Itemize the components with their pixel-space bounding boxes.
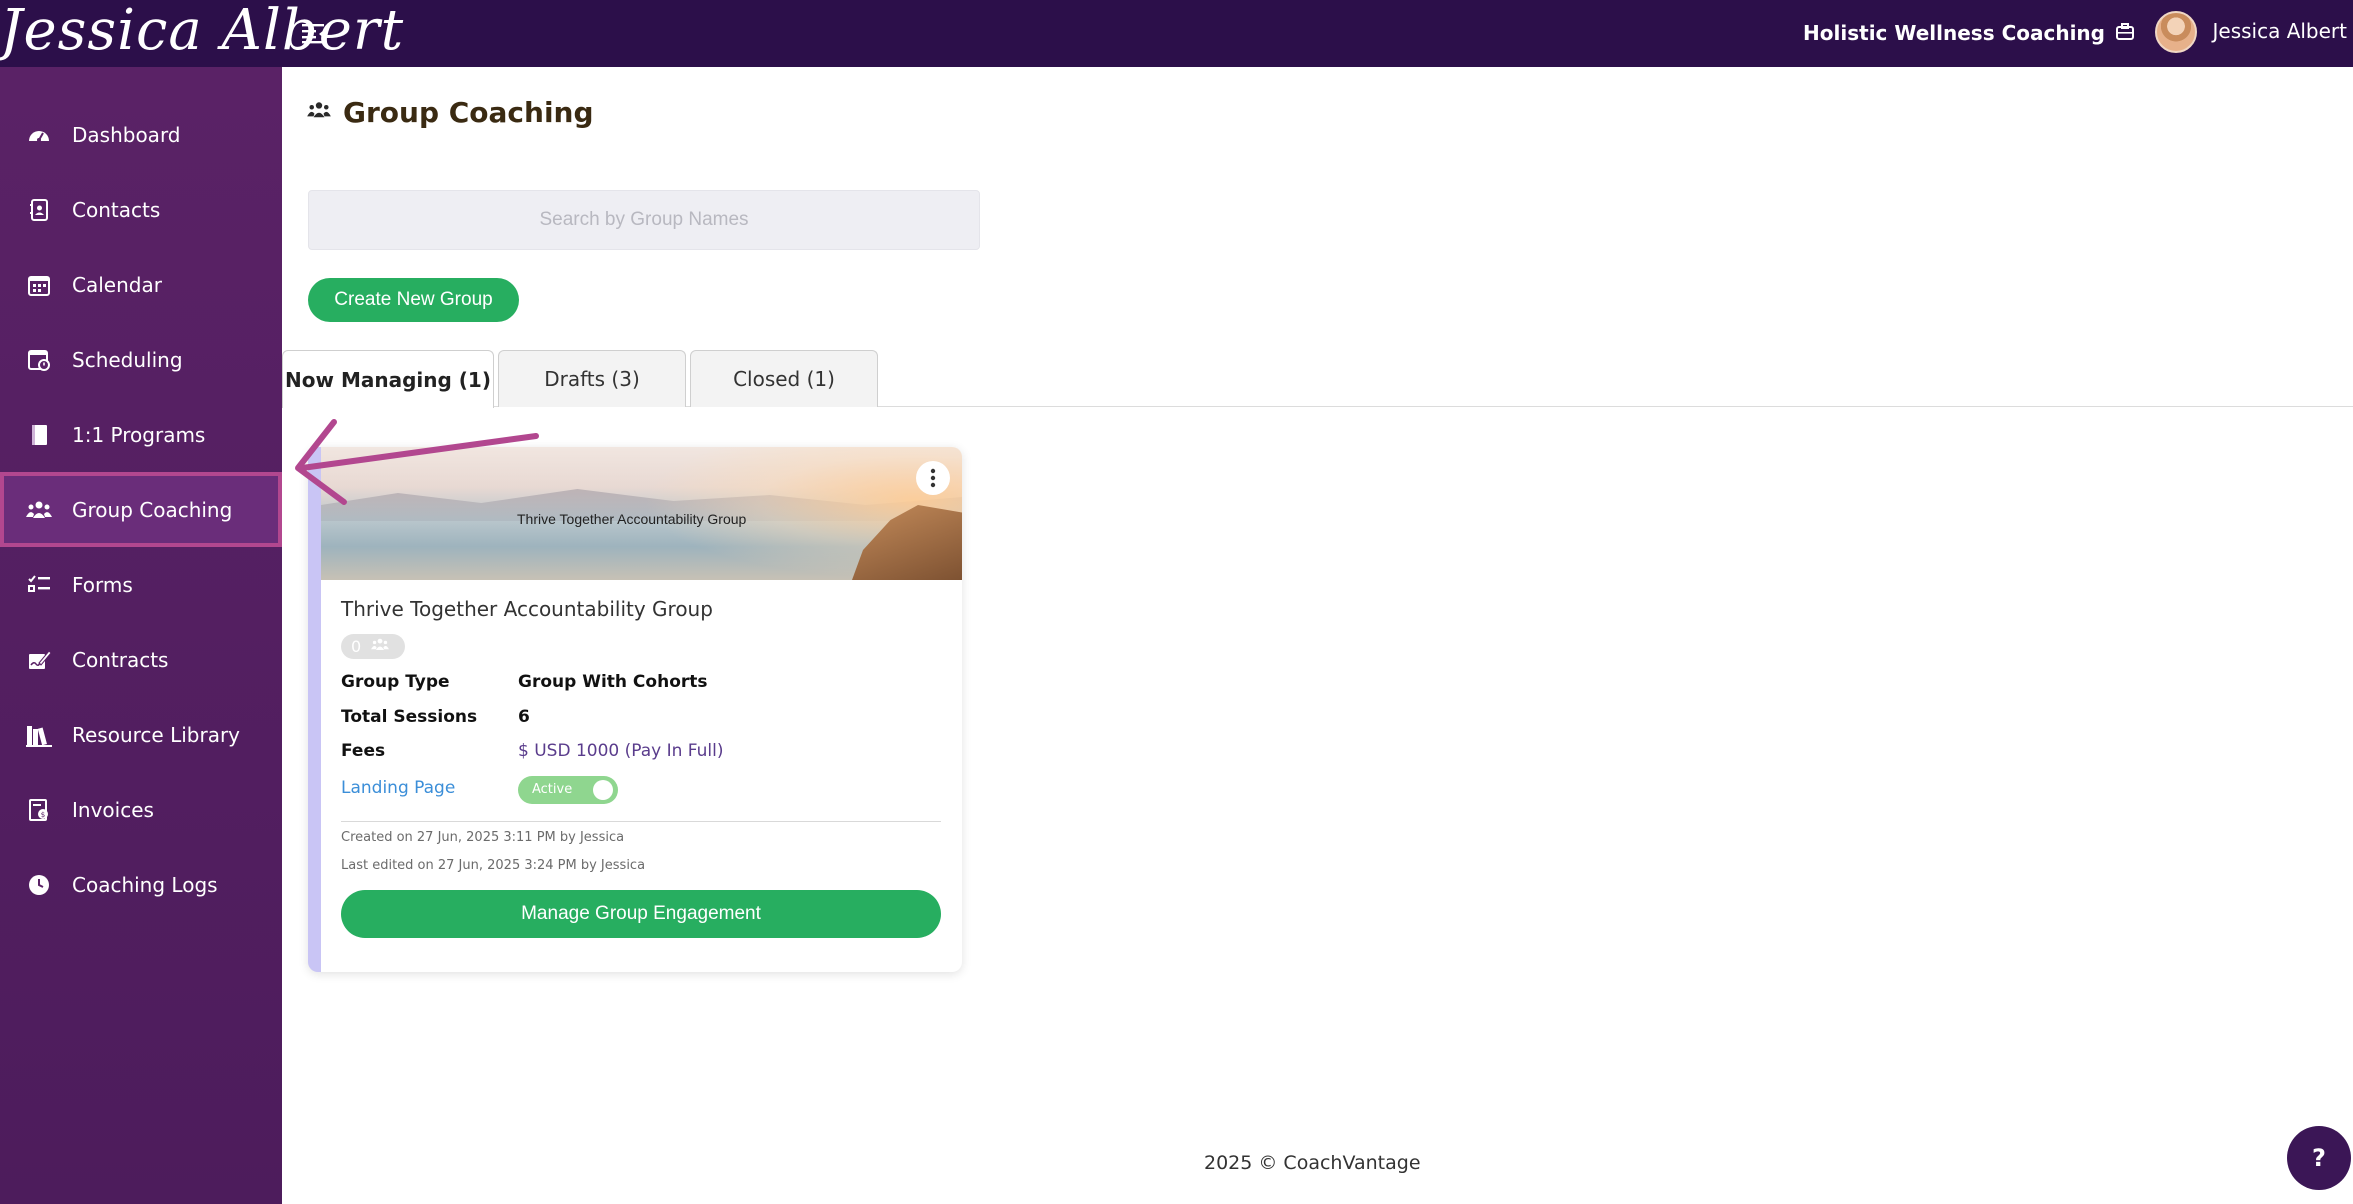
sidebar-item-resource-library[interactable]: Resource Library <box>0 697 282 772</box>
checklist-icon <box>26 572 52 598</box>
group-card: Thrive Together Accountability Group Thr… <box>308 447 962 972</box>
help-button[interactable]: ? <box>2287 1126 2351 1190</box>
page-title: Group Coaching <box>307 96 594 129</box>
more-options-icon[interactable] <box>916 461 950 495</box>
landing-page-link[interactable]: Landing Page <box>341 778 455 798</box>
logo[interactable]: Jessica Albert <box>0 0 404 63</box>
invoice-icon: $ <box>26 797 52 823</box>
member-count-badge: 0 <box>341 634 405 659</box>
created-info: Created on 27 Jun, 2025 3:11 PM by Jessi… <box>341 830 625 845</box>
sidebar-item-label: Scheduling <box>72 347 183 372</box>
sidebar-item-forms[interactable]: Forms <box>0 547 282 622</box>
card-divider <box>341 821 941 822</box>
footer-copyright: 2025 © CoachVantage <box>1204 1152 1421 1174</box>
group-icon <box>26 497 52 523</box>
manage-group-engagement-button[interactable]: Manage Group Engagement <box>341 890 941 938</box>
avatar[interactable] <box>2155 11 2197 53</box>
group-icon <box>371 637 390 657</box>
sidebar-item-label: Group Coaching <box>72 497 233 522</box>
clock-icon <box>26 872 52 898</box>
toggle-label: Active <box>532 782 573 797</box>
menu-toggle-icon[interactable] <box>302 22 328 46</box>
calendar-icon <box>26 272 52 298</box>
sidebar-item-label: Contracts <box>72 647 169 672</box>
sidebar-item-label: Coaching Logs <box>72 872 218 897</box>
edited-info: Last edited on 27 Jun, 2025 3:24 PM by J… <box>341 858 646 873</box>
fees-value: $ USD 1000 (Pay In Full) <box>518 741 724 761</box>
group-type-label: Group Type <box>341 672 450 692</box>
toggle-knob <box>593 780 613 800</box>
briefcase-icon[interactable] <box>2115 22 2135 42</box>
sidebar-item-coaching-logs[interactable]: Coaching Logs <box>0 847 282 922</box>
svg-text:$: $ <box>41 811 45 819</box>
fees-label: Fees <box>341 741 386 761</box>
sidebar-item-label: Invoices <box>72 797 154 822</box>
library-icon <box>26 722 52 748</box>
sidebar-item-group-coaching[interactable]: Group Coaching <box>0 472 282 547</box>
tab-drafts[interactable]: Drafts (3) <box>498 350 686 407</box>
group-icon <box>307 100 331 125</box>
banner-title: Thrive Together Accountability Group <box>517 511 747 527</box>
scheduling-icon <box>26 347 52 373</box>
sidebar-item-label: Dashboard <box>72 122 181 147</box>
group-banner-image: Thrive Together Accountability Group <box>321 447 962 580</box>
group-title: Thrive Together Accountability Group <box>341 597 713 621</box>
sidebar-item-scheduling[interactable]: Scheduling <box>0 322 282 397</box>
sidebar-item-label: Forms <box>72 572 133 597</box>
book-icon <box>26 422 52 448</box>
sidebar-item-dashboard[interactable]: Dashboard <box>0 97 282 172</box>
sidebar-item-label: Resource Library <box>72 722 241 747</box>
group-type-value: Group With Cohorts <box>518 672 708 692</box>
total-sessions-value: 6 <box>518 707 530 727</box>
create-group-button[interactable]: Create New Group <box>308 278 519 322</box>
sidebar-item-label: Contacts <box>72 197 161 222</box>
sidebar-item-invoices[interactable]: $ Invoices <box>0 772 282 847</box>
total-sessions-label: Total Sessions <box>341 707 478 727</box>
org-name[interactable]: Holistic Wellness Coaching <box>1803 21 2105 45</box>
sidebar-item-calendar[interactable]: Calendar <box>0 247 282 322</box>
landing-page-toggle[interactable]: Active <box>518 776 618 804</box>
sidebar-item-contacts[interactable]: Contacts <box>0 172 282 247</box>
user-name[interactable]: Jessica Albert <box>2212 19 2347 43</box>
sidebar-item-label: 1:1 Programs <box>72 422 206 447</box>
tab-closed[interactable]: Closed (1) <box>690 350 878 407</box>
dashboard-icon <box>26 122 52 148</box>
member-count: 0 <box>351 637 362 656</box>
contacts-icon <box>26 197 52 223</box>
sidebar-item-programs[interactable]: 1:1 Programs <box>0 397 282 472</box>
tab-now-managing[interactable]: Now Managing (1) <box>282 350 494 408</box>
signature-icon <box>26 647 52 673</box>
sidebar-item-label: Calendar <box>72 272 162 297</box>
page-title-text: Group Coaching <box>343 96 594 129</box>
search-input[interactable] <box>308 190 980 250</box>
sidebar-item-contracts[interactable]: Contracts <box>0 622 282 697</box>
sidebar: Dashboard Contacts Calendar Scheduling 1… <box>0 67 282 1204</box>
top-bar: Jessica Albert Holistic Wellness Coachin… <box>0 0 2353 67</box>
